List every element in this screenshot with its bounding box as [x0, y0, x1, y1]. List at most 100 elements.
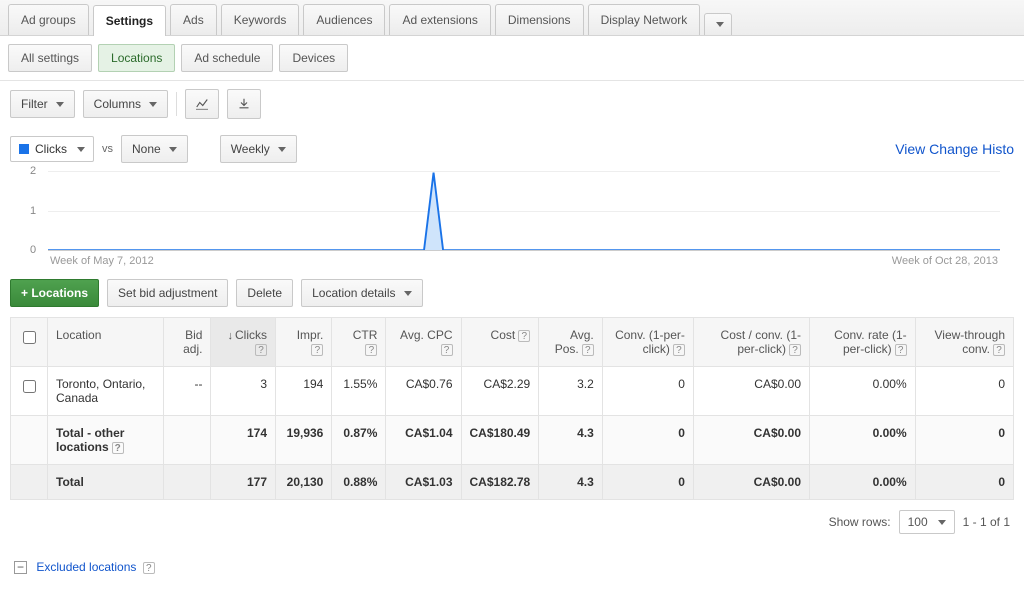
cell-clicks: 177 — [211, 465, 276, 500]
caret-down-icon — [278, 147, 286, 152]
help-icon[interactable]: ? — [673, 344, 685, 356]
chart-svg — [48, 171, 1000, 250]
tab-dimensions[interactable]: Dimensions — [495, 4, 584, 35]
col-cost[interactable]: Cost? — [461, 318, 539, 367]
table-header-row: Location Bid adj. ↓Clicks? Impr.? CTR? A… — [11, 318, 1014, 367]
col-location[interactable]: Location — [48, 318, 164, 367]
help-icon[interactable]: ? — [582, 344, 594, 356]
rows-per-page-value: 100 — [908, 515, 928, 529]
cell-conv: 0 — [602, 416, 693, 465]
locations-table: Location Bid adj. ↓Clicks? Impr.? CTR? A… — [10, 317, 1014, 500]
subtab-ad-schedule[interactable]: Ad schedule — [181, 44, 273, 72]
col-avg-cpc[interactable]: Avg. CPC? — [386, 318, 461, 367]
subtab-devices[interactable]: Devices — [279, 44, 348, 72]
tab-settings[interactable]: Settings — [93, 5, 166, 36]
tab-ads[interactable]: Ads — [170, 4, 217, 35]
cell-clicks: 3 — [211, 367, 276, 416]
help-icon[interactable]: ? — [895, 344, 907, 356]
chart-toggle-button[interactable] — [185, 89, 219, 119]
col-clicks[interactable]: ↓Clicks? — [211, 318, 276, 367]
caret-down-icon — [169, 147, 177, 152]
tab-audiences[interactable]: Audiences — [303, 4, 385, 35]
excluded-locations-section: − Excluded locations ? — [0, 544, 1024, 590]
help-icon[interactable]: ? — [993, 344, 1005, 356]
subtab-all-settings[interactable]: All settings — [8, 44, 92, 72]
cell-label: Total — [48, 465, 164, 500]
y-tick: 2 — [30, 165, 36, 177]
add-locations-button[interactable]: + Locations — [10, 279, 99, 307]
col-conv[interactable]: Conv. (1-per-click)? — [602, 318, 693, 367]
help-icon[interactable]: ? — [789, 344, 801, 356]
y-tick: 1 — [30, 205, 36, 217]
granularity-label: Weekly — [231, 142, 270, 156]
tab-keywords[interactable]: Keywords — [221, 4, 300, 35]
primary-metric-select[interactable]: Clicks — [10, 136, 94, 162]
col-ctr[interactable]: CTR? — [332, 318, 386, 367]
col-clicks-label: Clicks — [235, 328, 267, 342]
x-end-label: Week of Oct 28, 2013 — [892, 255, 998, 267]
col-cost-conv[interactable]: Cost / conv. (1-per-click)? — [693, 318, 809, 367]
tab-ad-extensions[interactable]: Ad extensions — [389, 4, 490, 35]
columns-label: Columns — [94, 97, 141, 111]
cell-vtc: 0 — [915, 367, 1013, 416]
metric-color-swatch — [19, 144, 29, 154]
delete-button[interactable]: Delete — [236, 279, 293, 307]
cell-impr: 194 — [276, 367, 332, 416]
col-avg-pos[interactable]: Avg. Pos.? — [539, 318, 603, 367]
cell-conv-rate: 0.00% — [810, 465, 916, 500]
rows-per-page-select[interactable]: 100 — [899, 510, 955, 534]
cell-impr: 20,130 — [276, 465, 332, 500]
location-details-button[interactable]: Location details — [301, 279, 422, 307]
chart-controls: Clicks vs None Weekly View Change Histo — [0, 127, 1024, 171]
granularity-select[interactable]: Weekly — [220, 135, 297, 163]
help-icon[interactable]: ? — [143, 562, 155, 574]
tab-display-network[interactable]: Display Network — [588, 4, 701, 35]
help-icon[interactable]: ? — [518, 330, 530, 342]
help-icon[interactable]: ? — [441, 344, 453, 356]
cell-impr: 19,936 — [276, 416, 332, 465]
cell-avg-pos: 4.3 — [539, 416, 603, 465]
cell-cost-conv: CA$0.00 — [693, 416, 809, 465]
collapse-icon[interactable]: − — [14, 561, 27, 574]
caret-down-icon — [56, 102, 64, 107]
tab-more[interactable] — [704, 13, 732, 35]
help-icon[interactable]: ? — [255, 344, 267, 356]
subtab-locations[interactable]: Locations — [98, 44, 175, 72]
secondary-metric-select[interactable]: None — [121, 135, 188, 163]
row-checkbox[interactable] — [23, 380, 36, 393]
download-button[interactable] — [227, 89, 261, 119]
excluded-locations-link[interactable]: Excluded locations — [36, 560, 136, 574]
col-bid-adj[interactable]: Bid adj. — [164, 318, 211, 367]
tab-ad-groups[interactable]: Ad groups — [8, 4, 89, 35]
secondary-metric-label: None — [132, 142, 161, 156]
select-all-checkbox[interactable] — [23, 331, 36, 344]
help-icon[interactable]: ? — [311, 344, 323, 356]
chart-icon — [196, 96, 208, 112]
caret-down-icon — [938, 520, 946, 525]
set-bid-adjustment-button[interactable]: Set bid adjustment — [107, 279, 228, 307]
download-icon — [238, 96, 250, 112]
cell-cost: CA$2.29 — [461, 367, 539, 416]
sort-desc-icon: ↓ — [228, 330, 234, 342]
help-icon[interactable]: ? — [112, 442, 124, 454]
cell-location[interactable]: Toronto, Ontario, Canada — [48, 367, 164, 416]
help-icon[interactable]: ? — [365, 344, 377, 356]
line-chart: 2 1 0 — [48, 171, 1000, 251]
col-conv-rate[interactable]: Conv. rate (1-per-click)? — [810, 318, 916, 367]
col-impr[interactable]: Impr.? — [276, 318, 332, 367]
col-impr-label: Impr. — [297, 328, 324, 342]
view-change-history-link[interactable]: View Change Histo — [895, 141, 1014, 157]
cell-ctr: 0.88% — [332, 465, 386, 500]
page-range: 1 - 1 of 1 — [963, 515, 1010, 529]
caret-down-icon — [149, 102, 157, 107]
toolbar: Filter Columns — [0, 81, 1024, 127]
pager: Show rows: 100 1 - 1 of 1 — [0, 500, 1024, 544]
caret-down-icon — [716, 22, 724, 27]
filter-button[interactable]: Filter — [10, 90, 75, 118]
columns-button[interactable]: Columns — [83, 90, 168, 118]
cell-vtc: 0 — [915, 465, 1013, 500]
col-vtc[interactable]: View-through conv.? — [915, 318, 1013, 367]
cell-avg-cpc: CA$1.03 — [386, 465, 461, 500]
cell-clicks: 174 — [211, 416, 276, 465]
cell-conv: 0 — [602, 367, 693, 416]
